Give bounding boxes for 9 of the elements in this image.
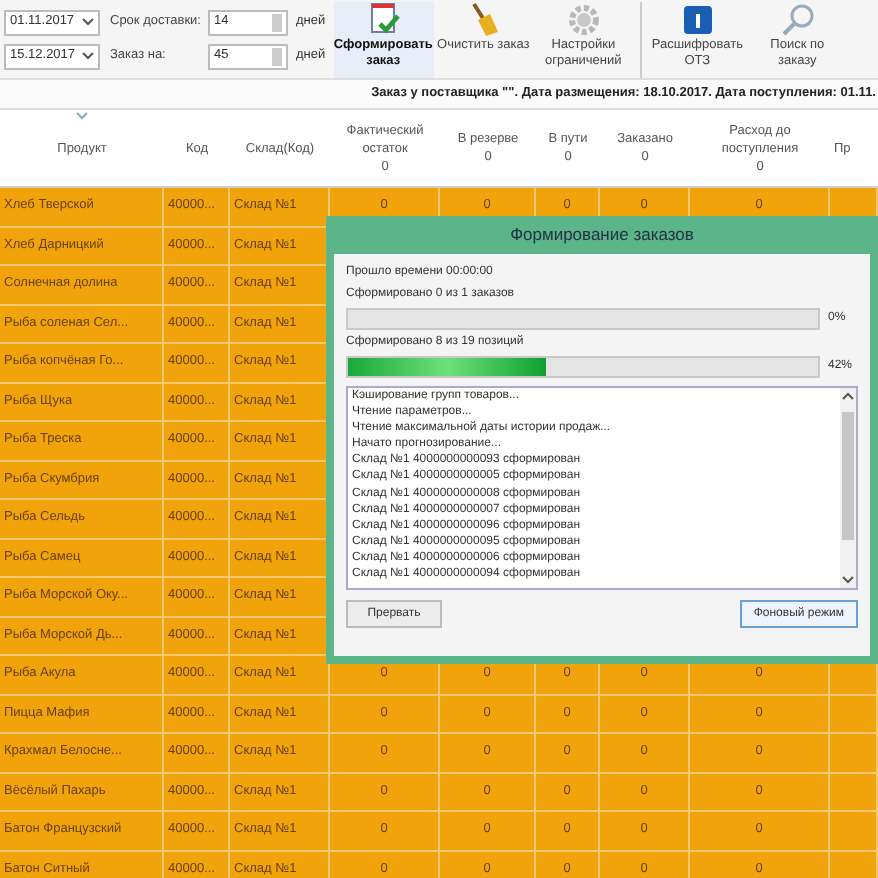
scrollbar[interactable] <box>840 388 856 588</box>
scroll-up-icon <box>842 392 854 400</box>
dropdown-icon <box>82 18 94 26</box>
sort-icon <box>76 112 88 120</box>
dropdown-icon <box>82 52 94 60</box>
gear-icon <box>565 1 602 37</box>
search-icon <box>779 1 816 37</box>
scroll-down-icon <box>842 576 854 584</box>
dialog-title: Формирование заказов <box>508 222 696 249</box>
